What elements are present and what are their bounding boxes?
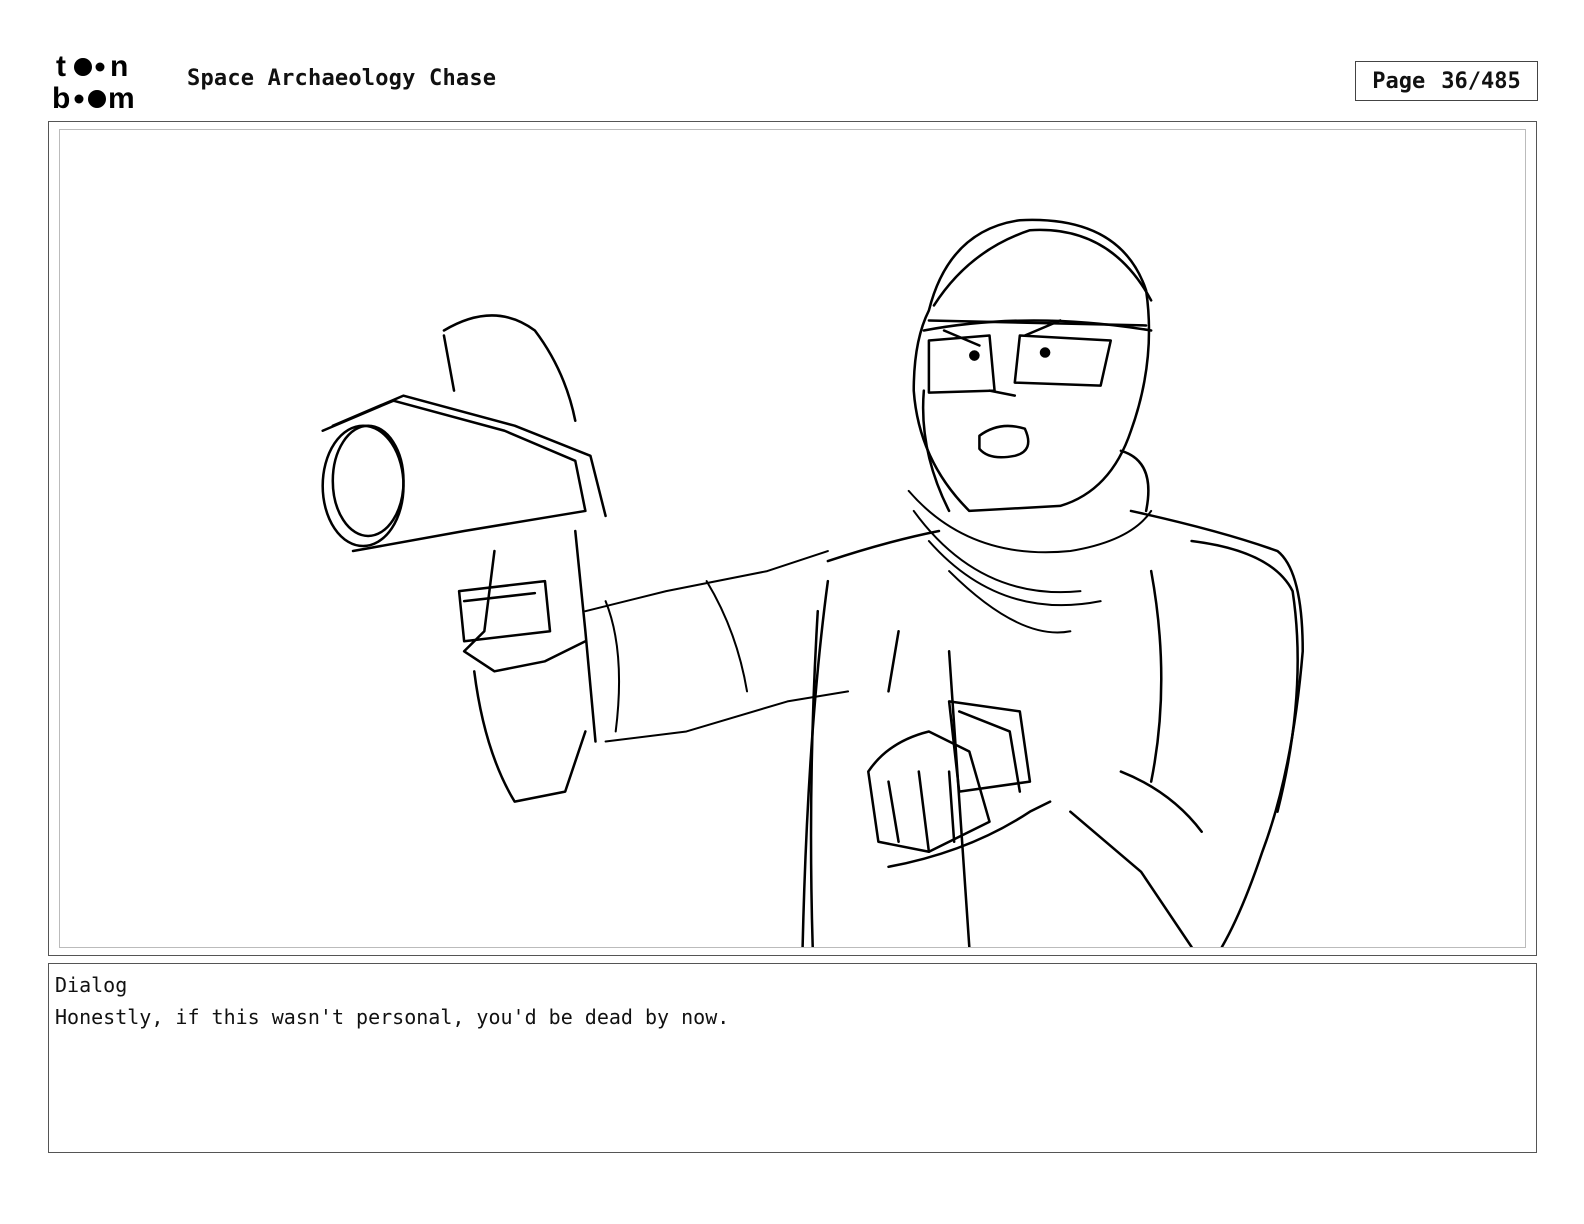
svg-text:n: n: [110, 52, 128, 83]
toon-boom-logo: t n b m: [52, 50, 164, 115]
panel-frame: [59, 129, 1526, 948]
gun-sketch: [321, 314, 607, 803]
svg-text:b: b: [52, 82, 70, 112]
project-title: Space Archaeology Chase: [187, 66, 497, 91]
svg-text:t: t: [56, 52, 66, 83]
dialog-label: Dialog: [55, 973, 128, 997]
storyboard-panel: [48, 121, 1537, 956]
logo-mark-icon: t n b m: [52, 50, 135, 115]
torso-sketch: [801, 509, 1304, 947]
storyboard-sketch-icon: [321, 218, 1304, 947]
hand-sketch: [867, 700, 1052, 869]
page-number: 36/485: [1441, 68, 1521, 94]
svg-text:m: m: [108, 82, 135, 112]
head-sketch: [912, 218, 1153, 513]
page-label: Page: [1372, 68, 1426, 94]
arm-sketch: [584, 550, 850, 743]
dialog-box: Dialog Honestly, if this wasn't personal…: [48, 963, 1537, 1153]
dialog-text: Honestly, if this wasn't personal, you'd…: [55, 1005, 730, 1029]
page-indicator: Page 36/485: [1355, 61, 1538, 101]
scarf-sketch: [907, 489, 1153, 634]
